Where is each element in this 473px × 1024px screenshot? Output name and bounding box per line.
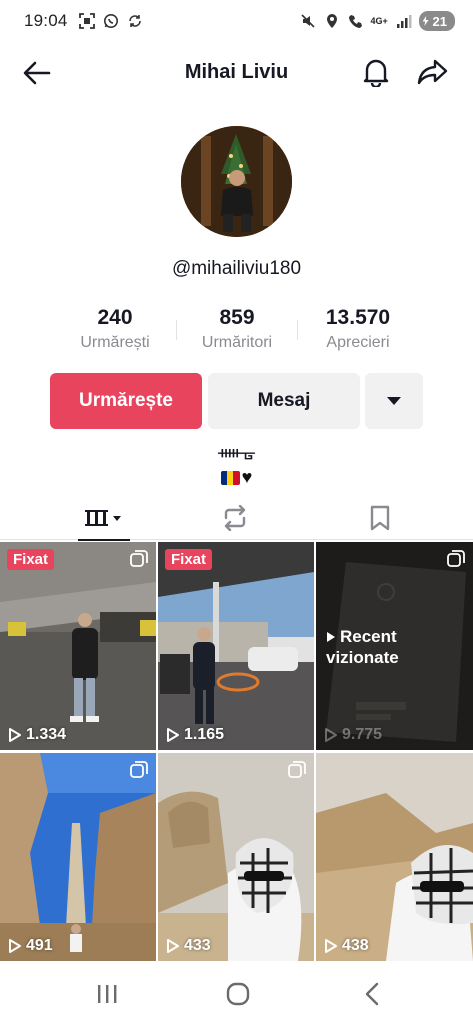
more-options-button[interactable] <box>365 373 423 429</box>
stat-likes[interactable]: 13.570 Aprecieri <box>298 304 418 354</box>
recent-apps-icon <box>98 985 117 1003</box>
stat-value: 13.570 <box>325 306 391 329</box>
black-heart-icon: ♥ <box>241 467 253 487</box>
profile-stats: 240 Urmărești 859 Urmăritori 13.570 Apre… <box>0 304 473 360</box>
carousel-icon <box>130 550 148 567</box>
play-icon <box>325 939 337 953</box>
profile-bio: ᚔᚗ ♥ <box>0 441 473 490</box>
mute-icon <box>299 12 317 30</box>
play-icon <box>167 939 179 953</box>
screenshot-icon <box>78 12 96 30</box>
bio-line-emoji: ♥ <box>0 465 473 490</box>
carousel-icon <box>447 550 465 567</box>
tab-reposts[interactable] <box>180 496 290 540</box>
network-type: 4G+ <box>370 15 388 26</box>
recently-viewed-label: Recent vizionate <box>326 626 399 668</box>
video-thumbnail <box>0 542 156 750</box>
view-count: 1.334 <box>8 726 66 744</box>
battery-indicator: 21 <box>418 11 455 31</box>
share-arrow-icon <box>417 59 448 85</box>
play-icon <box>9 939 21 953</box>
tab-videos[interactable] <box>50 496 160 541</box>
video-tile[interactable]: 491 <box>0 753 156 961</box>
view-count: 1.165 <box>166 726 224 744</box>
view-count: 433 <box>166 937 211 955</box>
wifi-call-icon <box>347 12 365 30</box>
back-arrow-icon <box>23 61 51 85</box>
recently-viewed-line: Recent <box>326 626 399 647</box>
view-count-value: 438 <box>342 937 369 954</box>
video-tile[interactable]: 438 <box>316 753 473 961</box>
pinned-badge: Fixat <box>165 549 213 570</box>
play-icon <box>167 728 179 742</box>
stat-following[interactable]: 240 Urmărești <box>55 304 175 354</box>
back-button[interactable] <box>20 56 54 90</box>
follow-button[interactable]: Urmărește <box>50 373 202 429</box>
view-count-value: 9.775 <box>342 726 383 743</box>
carousel-icon <box>130 761 148 778</box>
stat-value: 859 <box>219 306 255 329</box>
whatsapp-icon <box>102 12 120 30</box>
share-button[interactable] <box>414 54 452 90</box>
bookmark-icon <box>370 505 390 531</box>
bell-icon <box>363 59 389 87</box>
tab-saved[interactable] <box>325 496 435 540</box>
video-thumbnail <box>0 753 156 961</box>
video-thumbnail <box>316 753 473 961</box>
notifications-button[interactable] <box>358 54 394 90</box>
view-count: 491 <box>8 937 53 955</box>
romania-flag-icon <box>220 471 240 485</box>
home-icon <box>226 982 250 1006</box>
stat-label: Aprecieri <box>326 334 390 351</box>
video-tile[interactable]: 433 <box>158 753 314 961</box>
grid-sort-icon <box>85 510 121 526</box>
video-thumbnail <box>158 753 314 961</box>
carousel-icon <box>288 761 306 778</box>
bio-line-symbols: ᚔᚗ <box>218 443 255 462</box>
profile-header: Mihai Liviu <box>0 46 473 98</box>
page-title: Mihai Liviu <box>184 60 289 83</box>
system-back-button[interactable] <box>350 980 394 1008</box>
caret-down-icon <box>387 397 401 405</box>
status-bar: 19:04 4G+ 21 <box>0 0 473 42</box>
view-count-value: 1.165 <box>184 726 225 743</box>
view-count-value: 1.334 <box>26 726 67 743</box>
stat-followers[interactable]: 859 Urmăritori <box>177 304 297 354</box>
chevron-left-icon <box>365 982 379 1006</box>
recently-viewed-text-1: Recent <box>340 627 397 646</box>
video-tile[interactable]: Fixat 1.334 <box>0 542 156 750</box>
video-thumbnail <box>158 542 314 750</box>
sync-icon <box>126 12 144 30</box>
status-notification-icons <box>78 12 144 30</box>
play-icon <box>325 728 337 742</box>
avatar-photo <box>181 126 292 237</box>
play-filled-icon <box>327 631 335 642</box>
recent-apps-button[interactable] <box>85 980 129 1008</box>
location-icon <box>323 12 341 30</box>
status-time: 19:04 <box>24 11 68 30</box>
view-count: 438 <box>324 937 369 955</box>
view-count-value: 433 <box>184 937 211 954</box>
stat-label: Urmăritori <box>201 334 273 351</box>
stat-label: Urmărești <box>80 334 150 351</box>
stat-value: 240 <box>97 306 133 329</box>
recently-viewed-text-2: vizionate <box>326 648 399 667</box>
video-tile[interactable]: Recent vizionate 9.775 <box>316 542 473 750</box>
message-button[interactable]: Mesaj <box>208 373 360 429</box>
profile-username: @mihailiviu180 <box>171 258 302 279</box>
view-count-value: 491 <box>26 937 53 954</box>
repost-icon <box>224 505 246 531</box>
system-navigation-bar <box>0 962 473 1024</box>
home-button[interactable] <box>216 980 260 1008</box>
pinned-badge: Fixat <box>7 549 55 570</box>
video-grid: Fixat 1.334 Fixat 1.165 Recent vizionate… <box>0 542 473 962</box>
profile-avatar[interactable] <box>181 126 292 237</box>
status-system-icons: 4G+ 21 <box>299 11 455 31</box>
video-tile[interactable]: Fixat 1.165 <box>158 542 314 750</box>
play-icon <box>9 728 21 742</box>
view-count: 9.775 <box>324 726 382 744</box>
signal-icon <box>395 12 413 30</box>
content-tabs <box>0 496 473 541</box>
